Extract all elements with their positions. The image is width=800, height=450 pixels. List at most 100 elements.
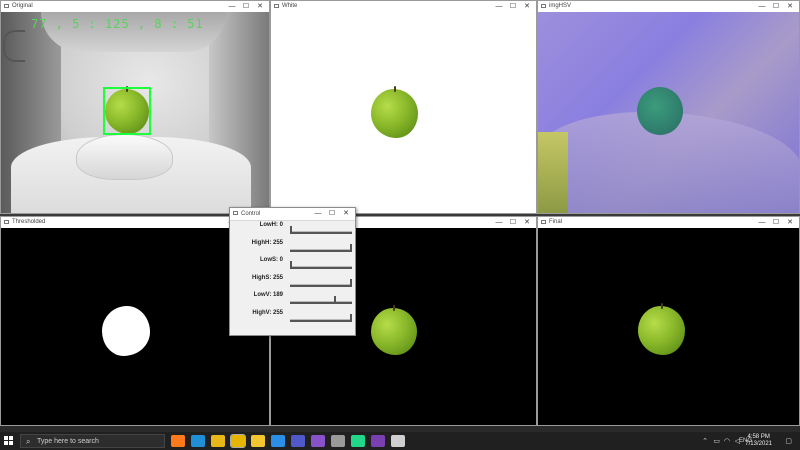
close-button[interactable]: ✕ <box>783 217 797 228</box>
slider-row-lowv: LowV: 189 <box>230 291 355 309</box>
maximize-button[interactable]: ☐ <box>506 1 520 12</box>
apple <box>638 303 685 355</box>
lowv-track[interactable] <box>290 301 352 304</box>
clock[interactable]: 4:58 PM 7/13/2021 <box>745 434 772 448</box>
taskbar-apps <box>168 434 408 448</box>
minimize-button[interactable]: — <box>755 1 769 12</box>
slider-label: HighV: 255 <box>252 309 283 316</box>
highh-thumb[interactable] <box>350 243 352 252</box>
control-title: Control <box>241 211 261 217</box>
slider-row-highs: HighS: 255 <box>230 274 355 292</box>
visual-studio-icon[interactable] <box>311 435 325 447</box>
window-title: imgHSV <box>549 3 572 9</box>
window-app-icon <box>274 4 279 8</box>
pycharm-icon[interactable] <box>351 435 365 447</box>
edge-icon[interactable] <box>191 435 205 447</box>
control-titlebar[interactable]: Control — ☐ ✕ <box>230 208 355 221</box>
hsv-view <box>538 12 799 213</box>
slider-row-lowh: LowH: 0 <box>230 221 355 239</box>
window-app-icon <box>4 220 9 224</box>
close-button[interactable]: ✕ <box>339 208 353 219</box>
control-sliders: LowH: 0 HighH: 255 LowS: 0 HighS: 255 Lo… <box>230 221 355 335</box>
show-hidden-icons-icon[interactable]: ⌃ <box>702 437 708 445</box>
final-view <box>538 228 799 425</box>
onenote-icon[interactable] <box>371 435 385 447</box>
terminal-window-icon[interactable] <box>391 435 405 447</box>
clock-date: 7/13/2021 <box>745 441 772 447</box>
window-app-icon <box>541 4 546 8</box>
close-button[interactable]: ✕ <box>783 1 797 12</box>
window-title: Thresholded <box>12 219 46 225</box>
slider-label: LowS: 0 <box>259 257 283 263</box>
lowh-thumb[interactable] <box>290 226 292 234</box>
window-title: Final <box>549 219 563 225</box>
vscode-icon[interactable] <box>271 435 285 447</box>
lows-track[interactable] <box>290 266 352 269</box>
original-camera-view: 77 , 5 : 125 , 8 : 51 <box>1 12 269 213</box>
close-button[interactable]: ✕ <box>520 1 534 12</box>
maximize-button[interactable]: ☐ <box>325 208 339 219</box>
maximize-button[interactable]: ☐ <box>769 217 783 228</box>
bracket <box>3 30 25 62</box>
minimize-button[interactable]: — <box>492 1 506 12</box>
apple <box>371 86 418 138</box>
close-button[interactable]: ✕ <box>253 1 267 12</box>
window-app-icon <box>233 211 238 215</box>
threshold-mask-blob <box>102 306 150 356</box>
hsv-window[interactable]: imgHSV — ☐ ✕ <box>537 0 800 214</box>
highs-track[interactable] <box>290 283 352 287</box>
search-placeholder: Type here to search <box>37 438 99 445</box>
close-button[interactable]: ✕ <box>520 217 534 228</box>
white-view <box>271 12 536 213</box>
clock-time: 4:58 PM <box>747 434 770 440</box>
hsv-left-wall <box>538 132 568 213</box>
apple <box>371 305 417 355</box>
slider-row-highv: HighV: 255 <box>230 309 355 327</box>
lowv-thumb[interactable] <box>334 296 337 304</box>
pedestal <box>76 134 173 180</box>
notifications-icon[interactable]: ▢ <box>785 437 792 445</box>
slider-row-highh: HighH: 255 <box>230 239 355 257</box>
github-desktop-icon[interactable] <box>331 435 345 447</box>
taskbar-search-box[interactable]: ⌕ Type here to search <box>20 434 165 448</box>
window-app-icon <box>4 4 9 8</box>
search-icon: ⌕ <box>26 437 31 446</box>
lows-thumb[interactable] <box>290 261 292 269</box>
window-title: Original <box>12 3 33 9</box>
slider-label: HighS: 255 <box>251 274 283 281</box>
white-window[interactable]: White — ☐ ✕ <box>270 0 537 214</box>
lowh-track[interactable] <box>290 231 352 234</box>
slider-label: LowV: 189 <box>253 292 283 298</box>
highh-track[interactable] <box>290 248 352 252</box>
minimize-button[interactable]: — <box>225 1 239 12</box>
chrome-icon[interactable] <box>211 435 225 447</box>
slider-label: LowH: 0 <box>259 222 283 228</box>
slider-row-lows: LowS: 0 <box>230 256 355 274</box>
hsv-apple <box>637 87 683 135</box>
teams-icon[interactable] <box>291 435 305 447</box>
minimize-button[interactable]: — <box>492 217 506 228</box>
maximize-button[interactable]: ☐ <box>769 1 783 12</box>
firefox-icon[interactable] <box>171 435 185 447</box>
taskbar: ⌕ Type here to search ⌃ ▭ ◠ ◁ ENG 4:58 P… <box>0 432 800 450</box>
minimize-button[interactable]: — <box>755 217 769 228</box>
wifi-icon[interactable]: ◠ <box>724 437 730 445</box>
chat-app-icon[interactable] <box>230 434 246 448</box>
overlay-hsv-text: 77 , 5 : 125 , 8 : 51 <box>31 17 204 31</box>
maximize-button[interactable]: ☐ <box>239 1 253 12</box>
window-title: White <box>282 3 298 9</box>
network-icon[interactable]: ▭ <box>713 437 720 445</box>
highv-track[interactable] <box>290 318 352 322</box>
window-app-icon <box>541 220 546 224</box>
file-explorer-icon[interactable] <box>251 435 265 447</box>
control-dialog[interactable]: Control — ☐ ✕ LowH: 0 HighH: 255 LowS: 0… <box>229 207 356 336</box>
windows-start-icon[interactable] <box>4 436 14 446</box>
highs-thumb[interactable] <box>350 278 352 287</box>
highv-thumb[interactable] <box>350 313 352 322</box>
final-window[interactable]: Final — ☐ ✕ <box>537 216 800 426</box>
slider-label: HighH: 255 <box>251 239 283 246</box>
maximize-button[interactable]: ☐ <box>506 217 520 228</box>
minimize-button[interactable]: — <box>311 208 325 219</box>
original-window[interactable]: Original — ☐ ✕ 77 , 5 : 125 , 8 : 51 <box>0 0 270 214</box>
detection-box <box>103 87 151 135</box>
